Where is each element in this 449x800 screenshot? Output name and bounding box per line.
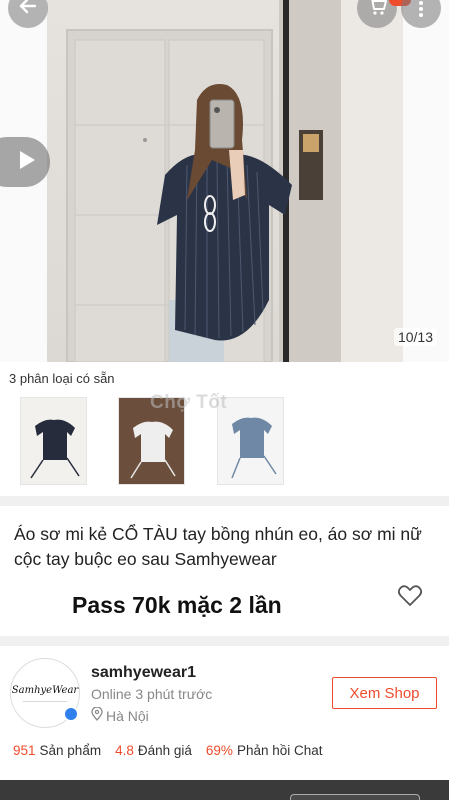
stat-chat-response: 69% Phản hồi Chat: [205, 743, 323, 758]
variant-thumb-navy[interactable]: [20, 397, 87, 485]
shop-location-text: Hà Nội: [106, 707, 149, 724]
watermark-logo: Chợ Tốt: [150, 392, 228, 413]
product-photo[interactable]: [47, 0, 403, 362]
shop-name[interactable]: samhyewear1: [91, 664, 196, 682]
heart-icon: [397, 585, 423, 612]
location-pin-icon: [91, 706, 103, 724]
verified-icon: [63, 706, 79, 722]
stat-rating: 4.8 Đánh giá: [115, 743, 192, 758]
bottom-action-button[interactable]: [290, 794, 420, 800]
back-arrow-icon: [17, 0, 39, 22]
play-icon: [18, 150, 36, 175]
section-divider: [0, 636, 449, 646]
shop-stats: 951 Sản phẩm 4.8 Đánh giá 69% Phản hồi Chat: [13, 743, 323, 758]
favorite-button[interactable]: [397, 584, 423, 608]
shop-logo-text: SamhyeWear: [11, 684, 79, 696]
promo-text: Pass 70k mặc 2 lần: [72, 592, 282, 618]
product-page: 10/13 3 phân loại có sẵn Chợ Tốt Áo sơ m…: [0, 0, 449, 800]
shop-location: Hà Nội: [91, 706, 149, 724]
image-counter: 10/13: [393, 328, 437, 346]
shop-logo-tagline-line: ____________________: [22, 696, 68, 702]
cart-icon: [366, 0, 388, 22]
product-image-gallery[interactable]: 10/13: [0, 0, 449, 362]
product-title: Áo sơ mi kẻ CỔ TÀU tay bồng nhún eo, áo …: [14, 524, 422, 569]
view-shop-button[interactable]: Xem Shop: [332, 677, 437, 709]
play-video-button[interactable]: [0, 137, 50, 187]
stat-products: 951 Sản phẩm: [13, 743, 102, 758]
variants-label: 3 phân loại có sẵn: [9, 371, 115, 386]
more-vertical-icon: [418, 0, 424, 22]
section-divider: [0, 496, 449, 506]
shop-online-status: Online 3 phút trước: [91, 686, 213, 702]
product-photo-illustration: [66, 0, 403, 362]
gallery-margin-right: [403, 0, 449, 362]
